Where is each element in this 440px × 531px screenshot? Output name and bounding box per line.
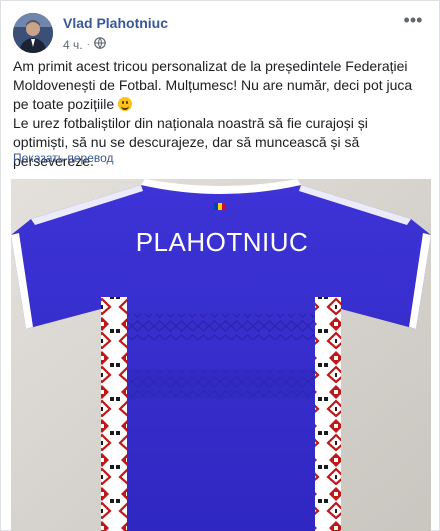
post-header: Vlad Plahotniuc 4 ч. · ••• bbox=[13, 11, 427, 57]
jersey-name-text: PLAHOTNIUC bbox=[136, 227, 309, 257]
globe-icon[interactable] bbox=[94, 37, 106, 52]
more-options-icon[interactable]: ••• bbox=[399, 11, 427, 35]
smile-emoji-icon bbox=[118, 97, 133, 111]
post-photo[interactable]: PLAHOTNIUC bbox=[11, 179, 431, 531]
post-meta: 4 ч. · bbox=[63, 37, 106, 52]
facebook-post: Vlad Plahotniuc 4 ч. · ••• Am primit ace… bbox=[0, 0, 440, 531]
meta-separator: · bbox=[86, 39, 90, 50]
translate-link[interactable]: Показать перевод bbox=[13, 151, 114, 165]
jersey-photo: PLAHOTNIUC bbox=[11, 179, 431, 531]
post-text-line-1: Am primit acest tricou personalizat de l… bbox=[13, 58, 413, 112]
author-name[interactable]: Vlad Plahotniuc bbox=[63, 15, 168, 31]
avatar-image bbox=[13, 13, 53, 53]
author-avatar[interactable] bbox=[13, 13, 53, 53]
post-timestamp[interactable]: 4 ч. bbox=[63, 38, 83, 52]
